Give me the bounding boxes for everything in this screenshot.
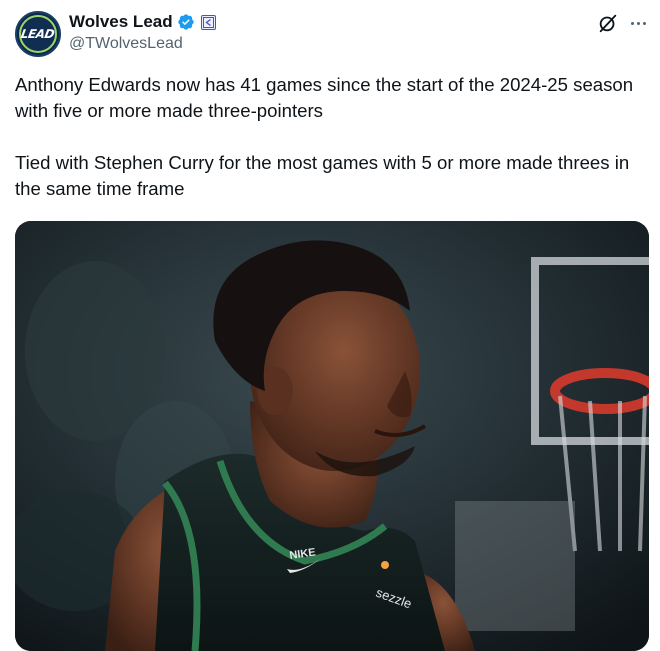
author-handle[interactable]: @TWolvesLead: [69, 35, 183, 53]
affiliate-badge-icon[interactable]: [200, 14, 216, 30]
avatar-logo: LEAD: [19, 15, 57, 53]
affiliate-logo-icon: [202, 16, 214, 28]
player-photo: NIKE sezzle: [15, 221, 649, 651]
author-name-row: Wolves Lead: [69, 12, 216, 32]
author-avatar[interactable]: LEAD: [15, 11, 61, 57]
tweet-media-photo[interactable]: NIKE sezzle: [15, 221, 649, 651]
tweet-text: Anthony Edwards now has 41 games since t…: [15, 72, 650, 202]
author-display-name[interactable]: Wolves Lead: [69, 12, 173, 32]
avatar-logo-text: LEAD: [20, 27, 56, 41]
grok-icon[interactable]: [597, 12, 619, 34]
more-options-icon[interactable]: [627, 12, 649, 34]
sponsor-logo-icon: [381, 561, 389, 569]
tweet-paragraph: Tied with Stephen Curry for the most gam…: [15, 152, 630, 199]
verified-badge-icon: [177, 14, 194, 30]
tweet-paragraph: Anthony Edwards now has 41 games since t…: [15, 74, 634, 121]
